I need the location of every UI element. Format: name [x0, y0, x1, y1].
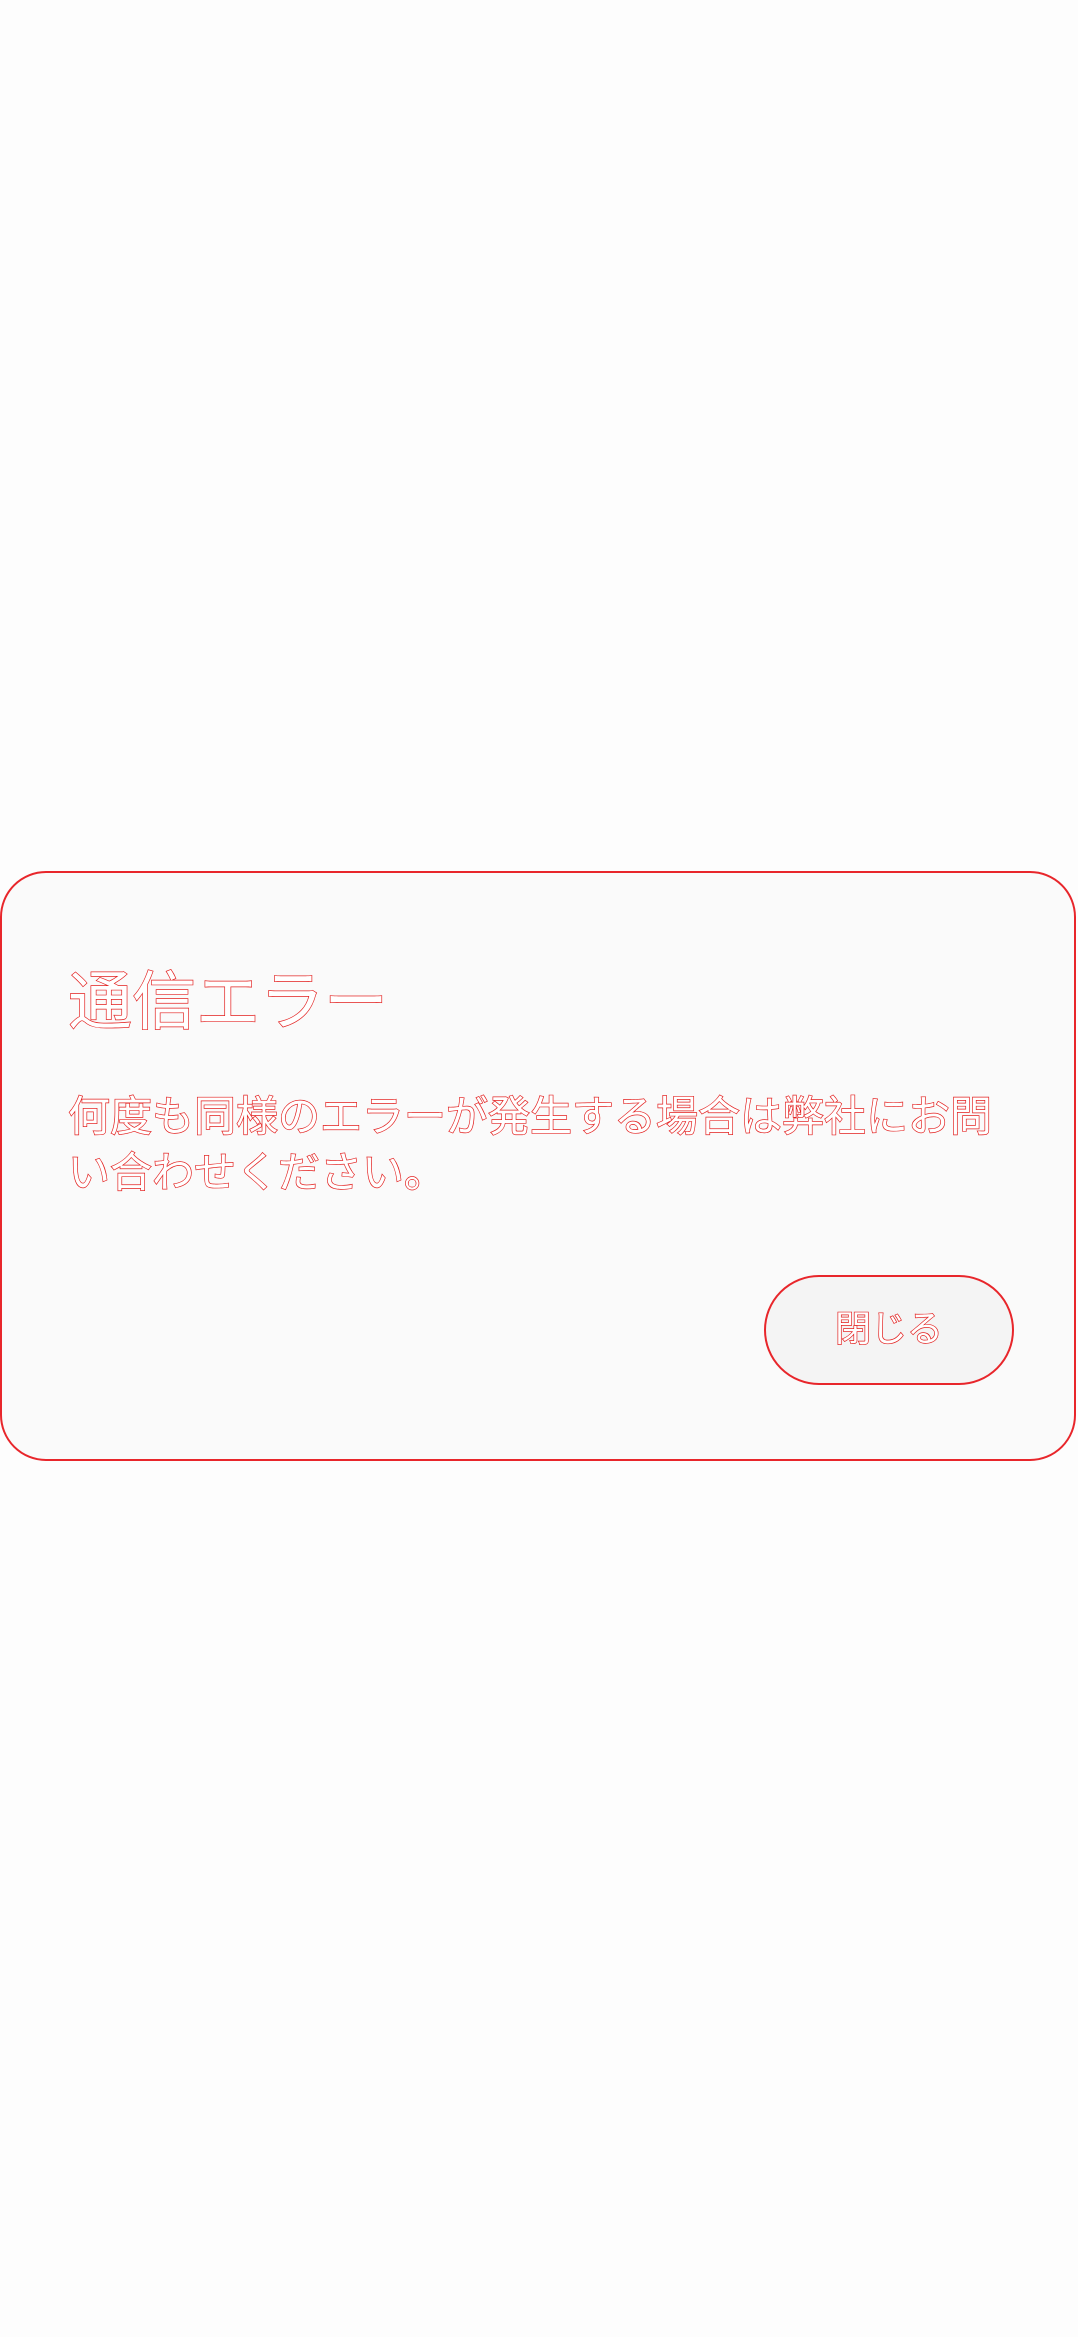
dialog-message: 何度も同様のエラーが発生する場合は弊社にお問い合わせください。: [67, 1091, 993, 1197]
error-dialog: 通信エラー 何度も同様のエラーが発生する場合は弊社にお問い合わせください。 閉じ…: [0, 871, 1076, 1461]
dialog-title: 通信エラー: [67, 965, 388, 1040]
screen: 通信エラー 何度も同様のエラーが発生する場合は弊社にお問い合わせください。 閉じ…: [0, 0, 1078, 2337]
close-button[interactable]: 閉じる: [764, 1275, 1014, 1385]
close-button-label: 閉じる: [834, 1308, 943, 1350]
